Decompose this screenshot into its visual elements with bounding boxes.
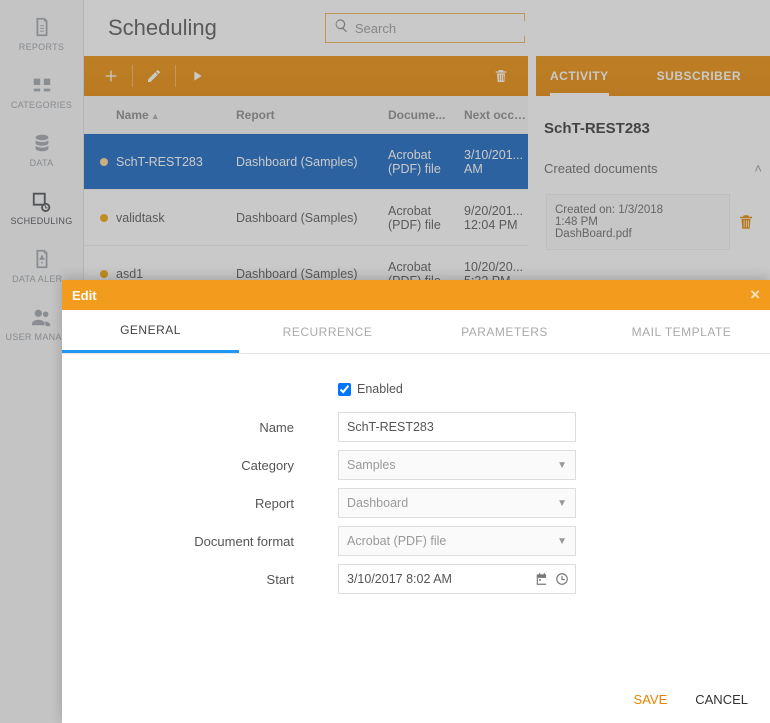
name-input[interactable] <box>338 412 576 442</box>
close-icon[interactable]: × <box>750 285 760 305</box>
tab-mail-template[interactable]: MAIL TEMPLATE <box>593 310 770 353</box>
start-datetime[interactable] <box>338 564 576 594</box>
clock-icon[interactable] <box>553 570 571 588</box>
report-select[interactable]: Dashboard ▼ <box>338 488 576 518</box>
tab-general[interactable]: GENERAL <box>62 310 239 353</box>
modal-body: Enabled Name Category Samples ▼ Report D… <box>62 354 770 675</box>
edit-modal: Edit × GENERAL RECURRENCE PARAMETERS MAI… <box>62 280 770 723</box>
modal-tabs: GENERAL RECURRENCE PARAMETERS MAIL TEMPL… <box>62 310 770 354</box>
chevron-down-icon: ▼ <box>557 536 567 547</box>
start-input[interactable] <box>347 572 531 586</box>
start-label: Start <box>90 572 338 587</box>
report-label: Report <box>90 496 338 511</box>
cancel-button[interactable]: CANCEL <box>695 692 748 707</box>
modal-footer: SAVE CANCEL <box>62 675 770 723</box>
docformat-select[interactable]: Acrobat (PDF) file ▼ <box>338 526 576 556</box>
chevron-down-icon: ▼ <box>557 460 567 471</box>
modal-titlebar: Edit × <box>62 280 770 310</box>
tab-recurrence[interactable]: RECURRENCE <box>239 310 416 353</box>
modal-title: Edit <box>72 288 97 303</box>
docformat-label: Document format <box>90 534 338 549</box>
category-select[interactable]: Samples ▼ <box>338 450 576 480</box>
enabled-checkbox[interactable] <box>338 383 351 396</box>
calendar-icon[interactable] <box>533 570 551 588</box>
tab-parameters[interactable]: PARAMETERS <box>416 310 593 353</box>
save-button[interactable]: SAVE <box>634 692 668 707</box>
chevron-down-icon: ▼ <box>557 498 567 509</box>
category-label: Category <box>90 458 338 473</box>
enabled-label: Enabled <box>357 382 403 396</box>
name-label: Name <box>90 420 338 435</box>
